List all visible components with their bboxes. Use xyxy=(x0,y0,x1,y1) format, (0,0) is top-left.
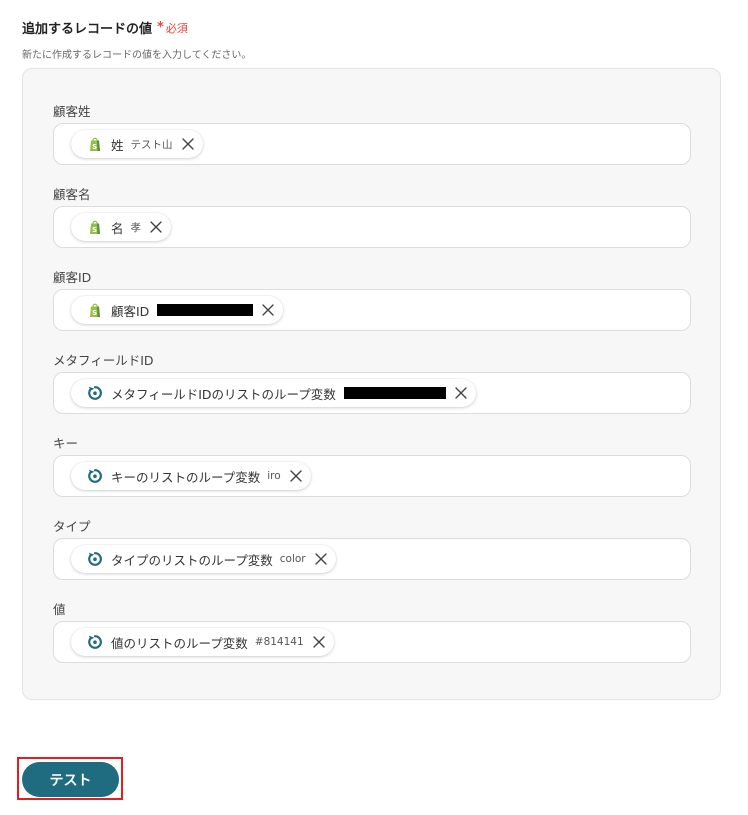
chip-label: 値のリストのループ変数 xyxy=(111,635,248,651)
shopify-icon: S xyxy=(87,302,103,318)
chip-value: iro xyxy=(267,470,281,482)
required-text: 必須 xyxy=(165,21,188,35)
chip-label: 名 xyxy=(111,220,124,236)
close-icon[interactable] xyxy=(314,552,328,566)
shopify-icon: S xyxy=(87,219,103,235)
section-title: 追加するレコードの値 * 必須 xyxy=(22,18,188,37)
field-input[interactable]: S 顧客ID xyxy=(53,289,691,331)
shopify-icon: S xyxy=(87,136,103,152)
loop-icon xyxy=(87,551,103,567)
field-input[interactable]: S 名孝 xyxy=(53,206,691,248)
loop-icon xyxy=(87,385,103,401)
redacted-value xyxy=(157,304,254,316)
close-icon[interactable] xyxy=(261,303,275,317)
variable-chip[interactable]: メタフィールドIDのリストのループ変数 xyxy=(71,379,476,407)
required-mark: * xyxy=(157,20,164,35)
chip-label: メタフィールドIDのリストのループ変数 xyxy=(111,386,336,402)
close-icon[interactable] xyxy=(149,220,163,234)
field-input[interactable]: タイプのリストのループ変数 color xyxy=(53,538,691,580)
chip-label: キーのリストのループ変数 xyxy=(111,469,261,485)
loop-icon xyxy=(87,468,103,484)
field-label: 顧客姓 xyxy=(53,104,91,119)
variable-chip[interactable]: キーのリストのループ変数 iro xyxy=(71,462,311,490)
field-input[interactable]: キーのリストのループ変数 iro xyxy=(53,455,691,497)
section-description: 新たに作成するレコードの値を入力してください。 xyxy=(22,50,252,61)
field-label: タイプ xyxy=(53,519,91,534)
chip-value: テスト山 xyxy=(130,138,173,151)
record-values-panel: 顧客姓 S 姓テスト山顧客名 S 名孝顧客ID S 顧客ID メタフィールドID メタフィールド… xyxy=(22,68,721,700)
field-label: 値 xyxy=(53,602,66,617)
close-icon[interactable] xyxy=(312,635,326,649)
section-title-text: 追加するレコードの値 xyxy=(22,22,153,37)
chip-label: 姓 xyxy=(111,137,124,153)
variable-chip[interactable]: S 姓テスト山 xyxy=(71,130,203,158)
chip-label: 顧客ID xyxy=(111,303,150,319)
chip-value: #814141 xyxy=(254,636,304,648)
loop-icon xyxy=(87,634,103,650)
close-icon[interactable] xyxy=(181,137,195,151)
variable-chip[interactable]: タイプのリストのループ変数 color xyxy=(71,545,336,573)
svg-text:S: S xyxy=(92,226,97,234)
chip-value: color xyxy=(279,553,306,565)
redacted-value xyxy=(343,387,446,399)
field-label: 顧客ID xyxy=(53,270,92,285)
variable-chip[interactable]: S 名孝 xyxy=(71,213,172,241)
field-input[interactable]: 値のリストのループ変数 #814141 xyxy=(53,621,691,663)
field-input[interactable]: S 姓テスト山 xyxy=(53,123,691,165)
close-icon[interactable] xyxy=(454,386,468,400)
page: 追加するレコードの値 * 必須 新たに作成するレコードの値を入力してください。 … xyxy=(0,0,748,815)
chip-label: タイプのリストのループ変数 xyxy=(111,552,273,568)
field-label: キー xyxy=(53,436,79,451)
chip-value: 孝 xyxy=(130,221,142,234)
field-label: メタフィールドID xyxy=(53,353,154,368)
field-input[interactable]: メタフィールドIDのリストのループ変数 xyxy=(53,372,691,414)
test-button[interactable]: テスト xyxy=(22,762,119,797)
variable-chip[interactable]: 値のリストのループ変数 #814141 xyxy=(71,628,334,656)
variable-chip[interactable]: S 顧客ID xyxy=(71,296,284,324)
close-icon[interactable] xyxy=(289,469,303,483)
svg-text:S: S xyxy=(92,143,97,151)
field-label: 顧客名 xyxy=(53,187,91,202)
svg-text:S: S xyxy=(92,309,97,317)
